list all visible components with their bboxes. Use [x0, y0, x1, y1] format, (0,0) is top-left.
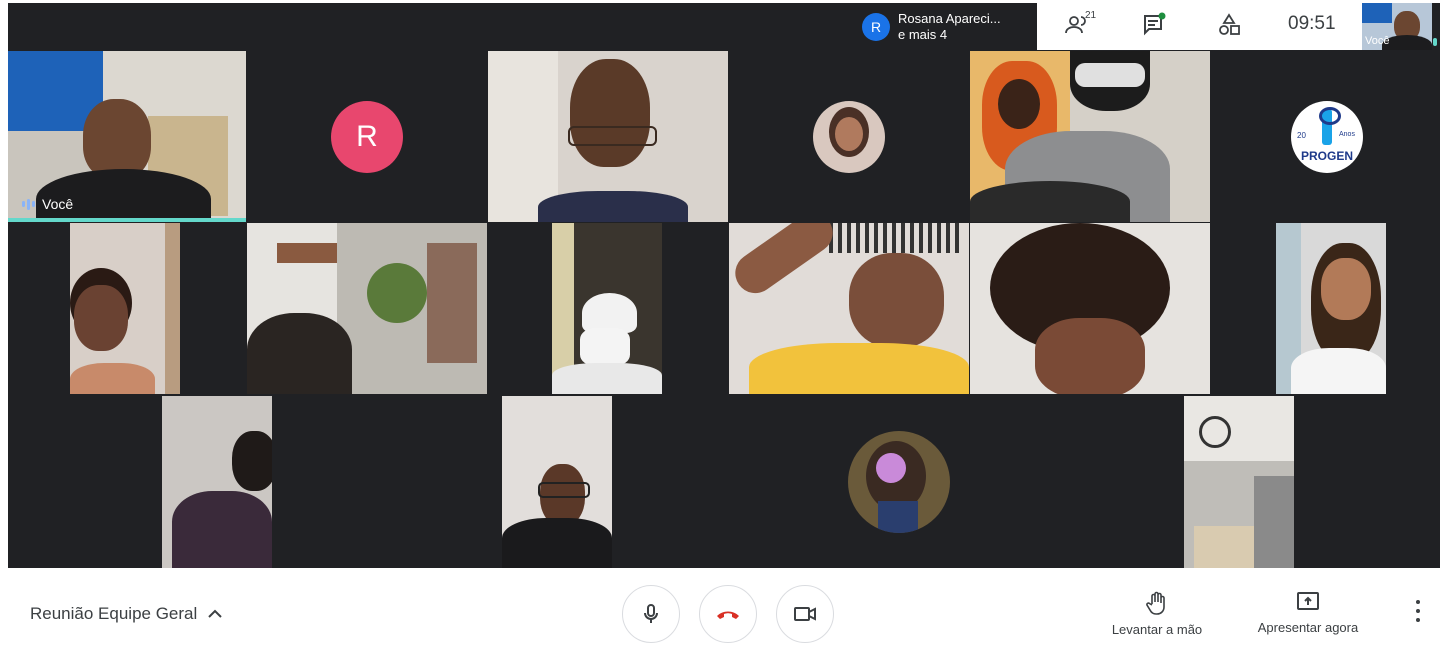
self-view-thumbnail[interactable]: Você — [1362, 3, 1432, 50]
present-now-button[interactable]: Apresentar agora — [1246, 590, 1370, 635]
participant-tile[interactable] — [970, 51, 1210, 222]
participant-tile-self[interactable]: Você — [8, 51, 246, 222]
present-icon — [1297, 592, 1319, 610]
participant-tile[interactable] — [729, 223, 969, 394]
participant-tile[interactable] — [729, 51, 969, 222]
active-speaker-bar — [8, 218, 246, 222]
chat-icon — [1144, 12, 1166, 36]
participant-tile[interactable] — [247, 223, 487, 394]
participant-count: 21 — [1085, 10, 1097, 21]
raise-hand-label: Levantar a mão — [1111, 622, 1203, 637]
mic-icon — [644, 604, 658, 623]
progen-logo: 20 Anos PROGEN — [1291, 101, 1363, 173]
presenter-name: Rosana Apareci... e mais 4 — [898, 11, 1001, 42]
participant-tile[interactable] — [613, 396, 1183, 568]
camera-icon — [794, 607, 816, 621]
participant-tile[interactable] — [970, 223, 1210, 394]
participant-avatar-r: R — [331, 101, 403, 173]
leave-call-button[interactable] — [699, 585, 757, 643]
participant-tile[interactable] — [1184, 396, 1294, 568]
more-options-button[interactable] — [1408, 600, 1428, 626]
activities-button[interactable] — [1212, 8, 1246, 42]
self-view-speaking-dot — [1433, 38, 1437, 46]
self-view-label: Você — [1365, 35, 1390, 47]
people-button[interactable]: 21 — [1060, 8, 1100, 42]
activities-icon — [1219, 13, 1240, 35]
speaking-indicator-icon — [22, 198, 35, 210]
participant-tile[interactable] — [70, 223, 180, 394]
participant-tile-r[interactable]: R — [247, 51, 487, 222]
mic-button[interactable] — [622, 585, 680, 643]
participant-tile-logo[interactable]: 20 Anos PROGEN — [1211, 51, 1440, 222]
meeting-clock: 09:51 — [1288, 13, 1336, 34]
chevron-up-icon — [208, 609, 222, 618]
presenter-avatar: R — [862, 13, 890, 41]
bottom-control-bar: Reunião Equipe Geral Levantar a mão Apre… — [0, 568, 1440, 660]
meeting-details-button[interactable]: Reunião Equipe Geral — [30, 604, 223, 624]
participant-tile[interactable] — [488, 51, 728, 222]
present-now-label: Apresentar agora — [1257, 620, 1359, 635]
hand-icon — [1146, 591, 1165, 615]
chat-button[interactable] — [1137, 8, 1171, 42]
participant-tile[interactable] — [162, 396, 272, 568]
hangup-icon — [717, 611, 739, 619]
participant-avatar-photo — [813, 101, 885, 173]
camera-button[interactable] — [776, 585, 834, 643]
participant-tile[interactable] — [1276, 223, 1386, 394]
more-vert-icon — [1416, 600, 1420, 622]
participant-tile[interactable] — [502, 396, 612, 568]
participant-avatar-photo — [848, 431, 950, 533]
meeting-title: Reunião Equipe Geral — [30, 604, 198, 623]
raise-hand-button[interactable]: Levantar a mão — [1100, 590, 1214, 637]
self-name-label: Você — [22, 196, 73, 212]
participant-tile[interactable] — [552, 223, 662, 394]
presenter-chip[interactable]: R Rosana Apareci... e mais 4 — [862, 6, 1034, 48]
